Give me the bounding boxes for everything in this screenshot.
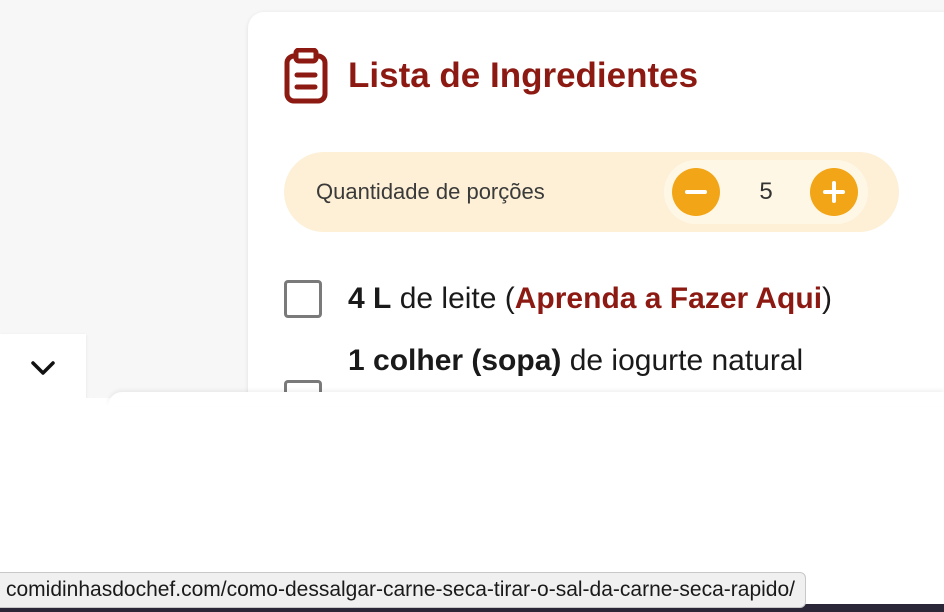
ingredient-description: de leite ( [391, 282, 515, 315]
ingredient-checkbox[interactable] [284, 280, 322, 318]
learn-recipe-link[interactable]: Aprenda a Fazer Aqui [515, 282, 822, 315]
link-status-bar: comidinhasdochef.com/como-dessalgar-carn… [0, 572, 806, 608]
ingredient-closing: ) [822, 282, 833, 315]
minus-icon [685, 190, 707, 194]
clipboard-icon [284, 47, 328, 104]
ingredient-quantity: 1 colher (sopa) [348, 344, 562, 377]
status-url: comidinhasdochef.com/como-dessalgar-carn… [6, 578, 795, 601]
overlay-panel-edge [108, 392, 944, 406]
card-title: Lista de Ingredientes [348, 56, 699, 95]
increase-portions-button[interactable] [810, 168, 858, 216]
portions-value: 5 [759, 178, 773, 205]
portions-label: Quantidade de porções [316, 179, 545, 204]
decrease-portions-button[interactable] [672, 168, 720, 216]
ingredient-description: de iogurte natural [561, 344, 804, 377]
card-header: Lista de Ingredientes [284, 47, 699, 104]
portions-control: Quantidade de porções 5 [284, 152, 899, 232]
chevron-down-icon [30, 360, 56, 381]
page: Lista de Ingredientes Quantidade de porç… [0, 0, 944, 612]
ingredient-quantity: 4 L [348, 282, 392, 315]
ingredient-text: 1 colher (sopa) de iogurte natural [348, 344, 803, 378]
collapse-toggle-button[interactable] [0, 334, 86, 406]
portions-stepper: 5 [664, 160, 868, 224]
ingredients-card: Lista de Ingredientes Quantidade de porç… [248, 12, 944, 432]
ingredient-text: 4 L de leite (Aprenda a Fazer Aqui) [348, 282, 832, 316]
